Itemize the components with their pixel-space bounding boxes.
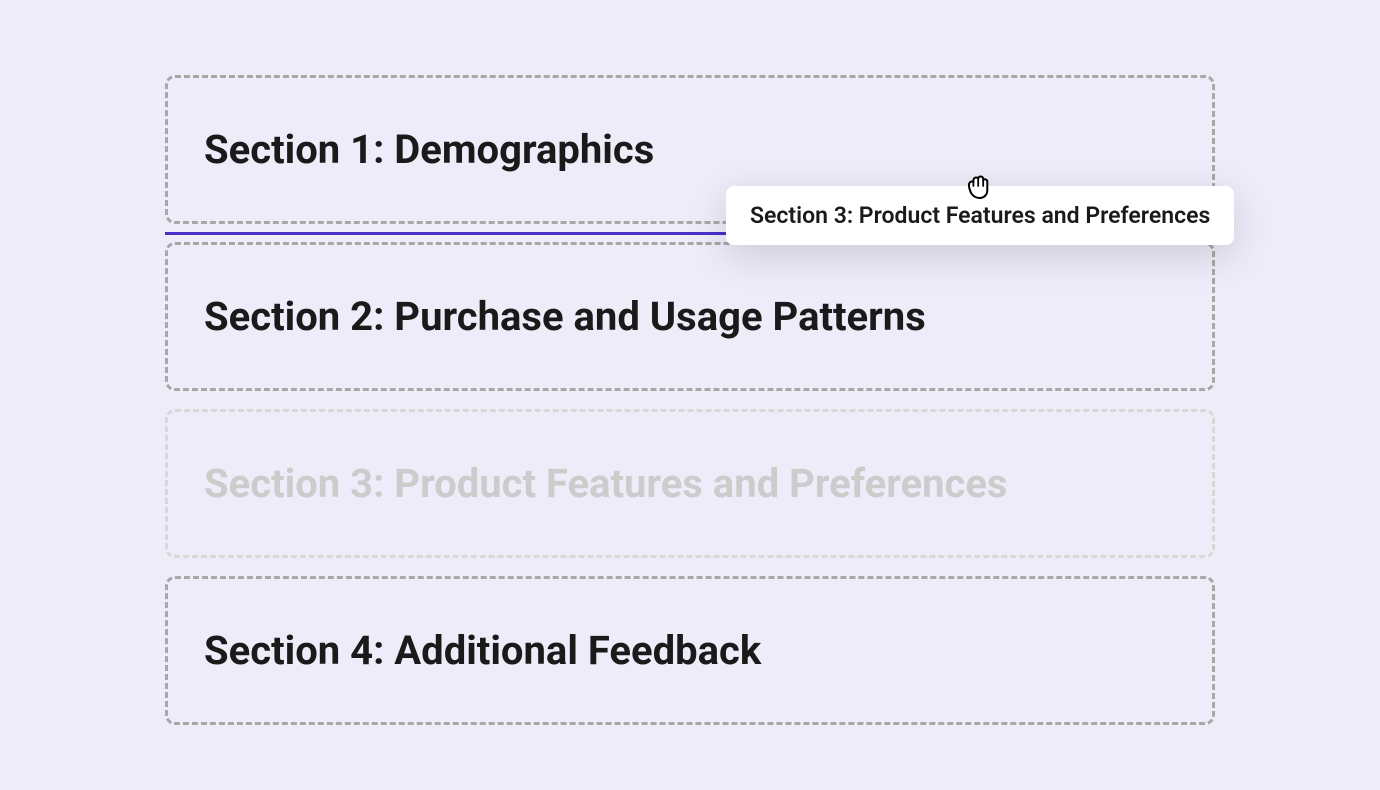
section-title: Section 3: Product Features and Preferen… <box>204 460 1176 507</box>
grab-cursor-icon <box>960 168 996 204</box>
sections-container: Section 1: Demographics Section 2: Purch… <box>0 0 1380 765</box>
section-title: Section 4: Additional Feedback <box>204 627 1176 674</box>
section-card-3-placeholder[interactable]: Section 3: Product Features and Preferen… <box>165 409 1215 558</box>
section-card-2[interactable]: Section 2: Purchase and Usage Patterns <box>165 242 1215 391</box>
section-title: Section 2: Purchase and Usage Patterns <box>204 293 1176 340</box>
section-title: Section 1: Demographics <box>204 126 1176 173</box>
dragging-card-label: Section 3: Product Features and Preferen… <box>750 202 1210 229</box>
section-card-4[interactable]: Section 4: Additional Feedback <box>165 576 1215 725</box>
